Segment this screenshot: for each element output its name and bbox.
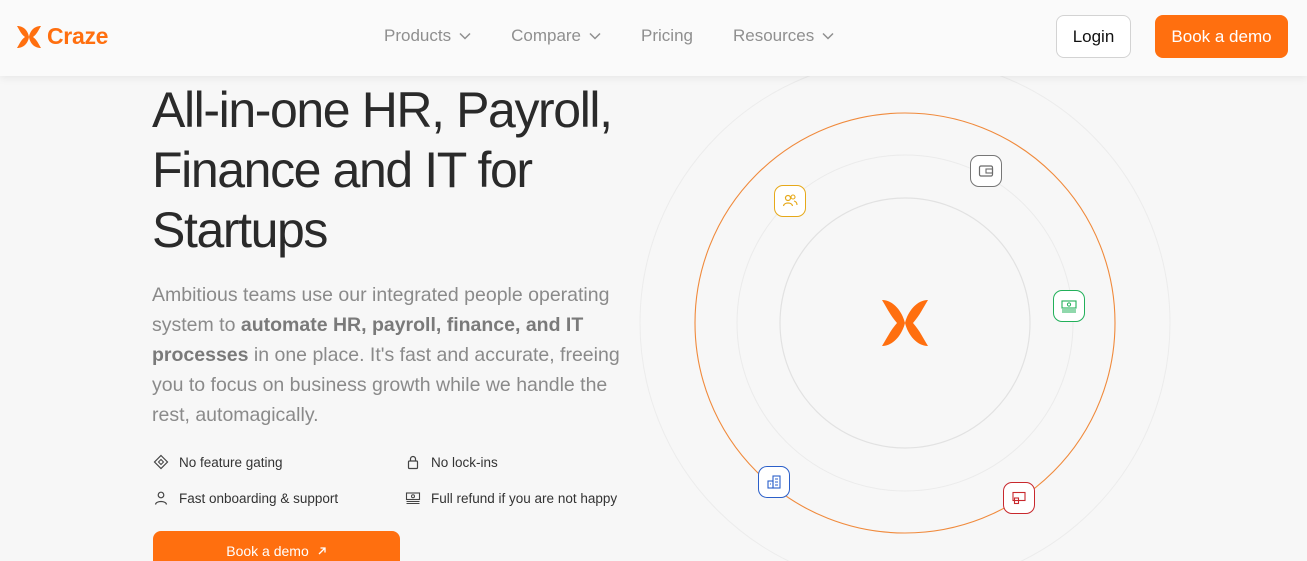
- main-nav: Products Compare Pricing Resources: [384, 26, 874, 46]
- arrow-up-right-icon: [318, 547, 326, 555]
- user-icon: [154, 491, 168, 505]
- chevron-down-icon: [822, 32, 834, 40]
- feature-no-gating: No feature gating: [153, 454, 283, 470]
- feature-refund: Full refund if you are not happy: [405, 490, 617, 506]
- nav-item-label: Compare: [511, 26, 582, 45]
- chevron-down-icon: [459, 32, 471, 40]
- nav-item-pricing[interactable]: Pricing: [641, 26, 693, 46]
- cta-label: Book a demo: [226, 543, 309, 559]
- brand-name: Craze: [47, 23, 109, 49]
- feature-label: Fast onboarding & support: [179, 490, 339, 506]
- nav-item-products[interactable]: Products: [384, 26, 471, 46]
- people-icon: [774, 185, 806, 217]
- cash-icon: [405, 492, 421, 505]
- site-header: Craze Products Compare Pricing Resources…: [0, 0, 1307, 76]
- lock-icon: [407, 455, 419, 470]
- login-button[interactable]: Login: [1056, 15, 1131, 58]
- hero-headline: All-in-one HR, Payroll, Finance and IT f…: [152, 82, 613, 258]
- presentation-icon: [1003, 482, 1035, 514]
- chevron-down-icon: [589, 32, 601, 40]
- money-icon: [1053, 290, 1085, 322]
- orbit-rings: [639, 76, 1171, 561]
- feature-label: Full refund if you are not happy: [431, 490, 618, 506]
- product-orbit-illustration: [600, 76, 1220, 561]
- book-demo-button[interactable]: Book a demo: [1155, 15, 1288, 58]
- feature-label: No feature gating: [179, 454, 283, 470]
- nav-item-label: Resources: [732, 26, 815, 45]
- wallet-icon: [970, 155, 1002, 187]
- feature-label: No lock-ins: [431, 454, 498, 470]
- hero-description: Ambitious teams use our integrated peopl…: [152, 280, 642, 430]
- feature-no-lockins: No lock-ins: [405, 454, 498, 470]
- building-icon: [758, 466, 790, 498]
- feature-onboarding: Fast onboarding & support: [153, 490, 338, 506]
- nav-item-label: Products: [384, 26, 452, 45]
- nav-item-resources[interactable]: Resources: [733, 26, 834, 46]
- craze-logo-icon: [882, 300, 928, 346]
- craze-logo-icon: [17, 25, 41, 48]
- hero-book-demo-button[interactable]: Book a demo: [153, 531, 400, 561]
- nav-item-compare[interactable]: Compare: [511, 26, 601, 46]
- diamond-icon: [153, 454, 169, 470]
- nav-item-label: Pricing: [641, 26, 693, 45]
- brand-logo[interactable]: Craze: [16, 23, 108, 50]
